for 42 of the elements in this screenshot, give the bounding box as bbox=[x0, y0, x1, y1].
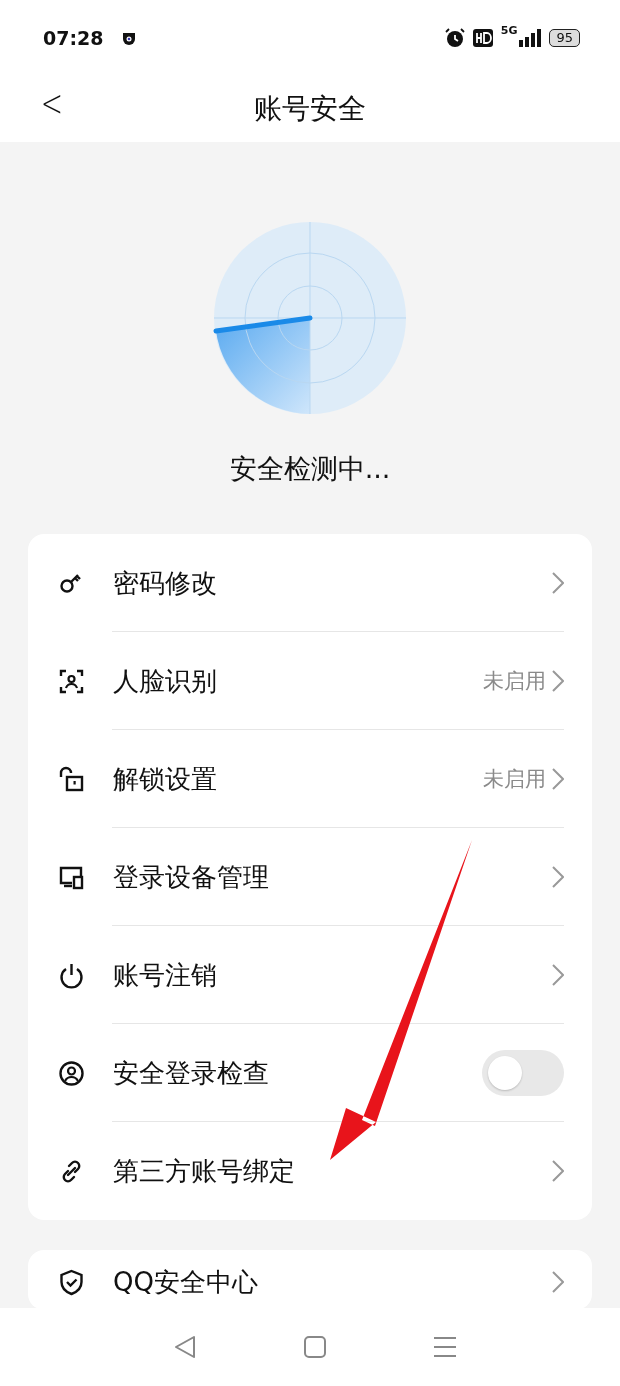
chevron-right-icon bbox=[552, 964, 564, 986]
setting-label: 账号注销 bbox=[113, 958, 218, 992]
setting-status: 未启用 bbox=[483, 668, 546, 695]
back-nav-icon[interactable] bbox=[174, 1335, 196, 1359]
clock: 07:28 bbox=[43, 26, 104, 49]
back-button[interactable]: < bbox=[35, 81, 69, 125]
page-title: 账号安全 bbox=[254, 90, 366, 127]
settings-row[interactable]: 人脸识别 未启用 bbox=[28, 632, 592, 730]
network-type: 5G bbox=[500, 23, 518, 37]
settings-row[interactable]: 账号注销 bbox=[28, 926, 592, 1024]
setting-label: QQ安全中心 bbox=[113, 1265, 259, 1299]
settings-row[interactable]: 密码修改 bbox=[28, 534, 592, 632]
chevron-right-icon bbox=[552, 572, 564, 594]
home-nav-icon[interactable] bbox=[304, 1336, 326, 1358]
menu-icon[interactable] bbox=[434, 1336, 456, 1358]
power-icon bbox=[58, 961, 85, 989]
setting-label: 密码修改 bbox=[113, 566, 218, 600]
settings-row[interactable]: 登录设备管理 bbox=[28, 828, 592, 926]
settings-row[interactable]: 第三方账号绑定 bbox=[28, 1122, 592, 1220]
chevron-right-icon bbox=[552, 1271, 564, 1293]
shield-check-icon bbox=[58, 1268, 85, 1296]
battery-level: 95 bbox=[549, 28, 580, 47]
toggle-switch[interactable] bbox=[482, 1050, 564, 1096]
signal-icon bbox=[519, 28, 542, 47]
settings-row[interactable]: QQ安全中心 bbox=[28, 1250, 592, 1310]
setting-label: 人脸识别 bbox=[113, 664, 218, 698]
settings-row[interactable]: 解锁设置 未启用 bbox=[28, 730, 592, 828]
hd-icon bbox=[472, 28, 493, 47]
padlock-icon bbox=[58, 765, 85, 793]
setting-status: 未启用 bbox=[483, 766, 546, 793]
face-scan-icon bbox=[58, 667, 85, 695]
alarm-clock-icon bbox=[444, 27, 465, 48]
chevron-right-icon bbox=[552, 670, 564, 692]
setting-label: 第三方账号绑定 bbox=[113, 1154, 296, 1188]
setting-label: 安全登录检查 bbox=[113, 1056, 270, 1090]
chevron-right-icon bbox=[552, 1160, 564, 1182]
chevron-right-icon bbox=[552, 768, 564, 790]
setting-label: 登录设备管理 bbox=[113, 860, 270, 894]
setting-label: 解锁设置 bbox=[113, 762, 218, 796]
scan-status: 安全检测中... bbox=[229, 452, 391, 486]
chevron-right-icon bbox=[552, 866, 564, 888]
user-circle-icon bbox=[58, 1059, 85, 1087]
